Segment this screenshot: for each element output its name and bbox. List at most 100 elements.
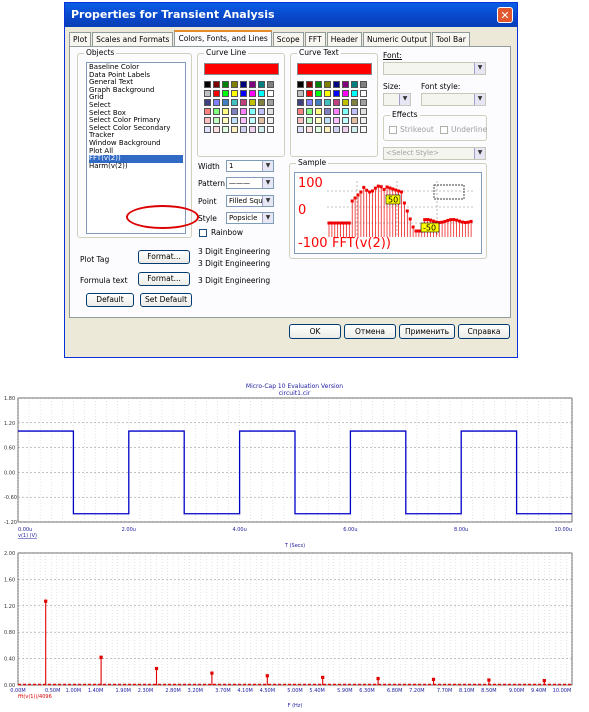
color-swatch[interactable] (231, 81, 238, 88)
set-default-button[interactable]: Set Default (140, 293, 192, 307)
color-swatch[interactable] (315, 117, 322, 124)
color-swatch[interactable] (204, 81, 211, 88)
color-swatch[interactable] (204, 99, 211, 106)
color-swatch[interactable] (351, 99, 358, 106)
color-swatch[interactable] (249, 81, 256, 88)
color-swatch[interactable] (231, 90, 238, 97)
color-swatch[interactable] (297, 81, 304, 88)
color-swatch[interactable] (249, 126, 256, 133)
color-swatch[interactable] (360, 117, 367, 124)
color-swatch[interactable] (231, 99, 238, 106)
tab-header[interactable]: Header (326, 32, 362, 47)
color-swatch[interactable] (222, 90, 229, 97)
color-swatch[interactable] (222, 99, 229, 106)
color-swatch[interactable] (342, 90, 349, 97)
color-swatch[interactable] (306, 108, 313, 115)
apply-button[interactable]: Применить (399, 324, 455, 339)
color-swatch[interactable] (222, 81, 229, 88)
color-swatch[interactable] (222, 117, 229, 124)
curve-text-color-swatch[interactable] (297, 63, 372, 75)
tab-tool-bar[interactable]: Tool Bar (432, 32, 470, 47)
color-swatch[interactable] (258, 108, 265, 115)
color-swatch[interactable] (240, 81, 247, 88)
color-swatch[interactable] (333, 99, 340, 106)
color-swatch[interactable] (267, 81, 274, 88)
curve-line-palette[interactable] (204, 81, 274, 133)
color-swatch[interactable] (315, 126, 322, 133)
color-swatch[interactable] (333, 126, 340, 133)
color-swatch[interactable] (258, 99, 265, 106)
tab-scope[interactable]: Scope (272, 32, 304, 47)
color-swatch[interactable] (351, 117, 358, 124)
color-swatch[interactable] (306, 126, 313, 133)
color-swatch[interactable] (297, 117, 304, 124)
color-swatch[interactable] (213, 126, 220, 133)
color-swatch[interactable] (231, 126, 238, 133)
color-swatch[interactable] (222, 126, 229, 133)
color-swatch[interactable] (231, 108, 238, 115)
color-swatch[interactable] (315, 99, 322, 106)
color-swatch[interactable] (240, 117, 247, 124)
help-button[interactable]: Справка (458, 324, 510, 339)
color-swatch[interactable] (324, 126, 331, 133)
color-swatch[interactable] (249, 108, 256, 115)
color-swatch[interactable] (297, 90, 304, 97)
color-swatch[interactable] (333, 117, 340, 124)
color-swatch[interactable] (240, 99, 247, 106)
rainbow-checkbox[interactable] (199, 229, 207, 237)
color-swatch[interactable] (240, 108, 247, 115)
color-swatch[interactable] (267, 108, 274, 115)
tab-fft[interactable]: FFT (304, 32, 326, 47)
color-swatch[interactable] (351, 108, 358, 115)
close-icon[interactable]: ✕ (497, 7, 513, 23)
color-swatch[interactable] (360, 108, 367, 115)
color-swatch[interactable] (333, 108, 340, 115)
color-swatch[interactable] (258, 81, 265, 88)
color-swatch[interactable] (360, 90, 367, 97)
color-swatch[interactable] (297, 99, 304, 106)
color-swatch[interactable] (213, 108, 220, 115)
color-swatch[interactable] (342, 117, 349, 124)
objects-list-item[interactable]: Harm(v(2)) (89, 162, 183, 171)
color-swatch[interactable] (258, 126, 265, 133)
color-swatch[interactable] (213, 117, 220, 124)
color-swatch[interactable] (315, 108, 322, 115)
color-swatch[interactable] (213, 90, 220, 97)
color-swatch[interactable] (342, 81, 349, 88)
color-swatch[interactable] (213, 99, 220, 106)
plot-tag-format-button[interactable]: Format... (138, 250, 190, 264)
color-swatch[interactable] (258, 117, 265, 124)
color-swatch[interactable] (360, 99, 367, 106)
color-swatch[interactable] (204, 126, 211, 133)
color-swatch[interactable] (315, 90, 322, 97)
color-swatch[interactable] (360, 126, 367, 133)
color-swatch[interactable] (297, 108, 304, 115)
color-swatch[interactable] (333, 81, 340, 88)
color-swatch[interactable] (342, 99, 349, 106)
color-swatch[interactable] (267, 126, 274, 133)
color-swatch[interactable] (204, 108, 211, 115)
color-swatch[interactable] (324, 117, 331, 124)
color-swatch[interactable] (351, 81, 358, 88)
color-swatch[interactable] (249, 99, 256, 106)
color-swatch[interactable] (204, 90, 211, 97)
tab-scales-and-formats[interactable]: Scales and Formats (92, 32, 174, 47)
color-swatch[interactable] (267, 99, 274, 106)
color-swatch[interactable] (324, 99, 331, 106)
color-swatch[interactable] (324, 81, 331, 88)
color-swatch[interactable] (351, 90, 358, 97)
default-button[interactable]: Default (86, 293, 134, 307)
curve-line-color-swatch[interactable] (204, 63, 279, 75)
color-swatch[interactable] (315, 81, 322, 88)
pattern-combo[interactable]: ——— ▼ (226, 177, 274, 189)
color-swatch[interactable] (222, 108, 229, 115)
color-swatch[interactable] (306, 81, 313, 88)
point-combo[interactable]: Filled Squa ▼ (226, 195, 274, 207)
tab-plot[interactable]: Plot (69, 32, 92, 47)
color-swatch[interactable] (324, 90, 331, 97)
color-swatch[interactable] (213, 81, 220, 88)
cancel-button[interactable]: Отмена (344, 324, 396, 339)
color-swatch[interactable] (297, 126, 304, 133)
color-swatch[interactable] (240, 126, 247, 133)
formula-text-format-button[interactable]: Format... (138, 272, 190, 286)
